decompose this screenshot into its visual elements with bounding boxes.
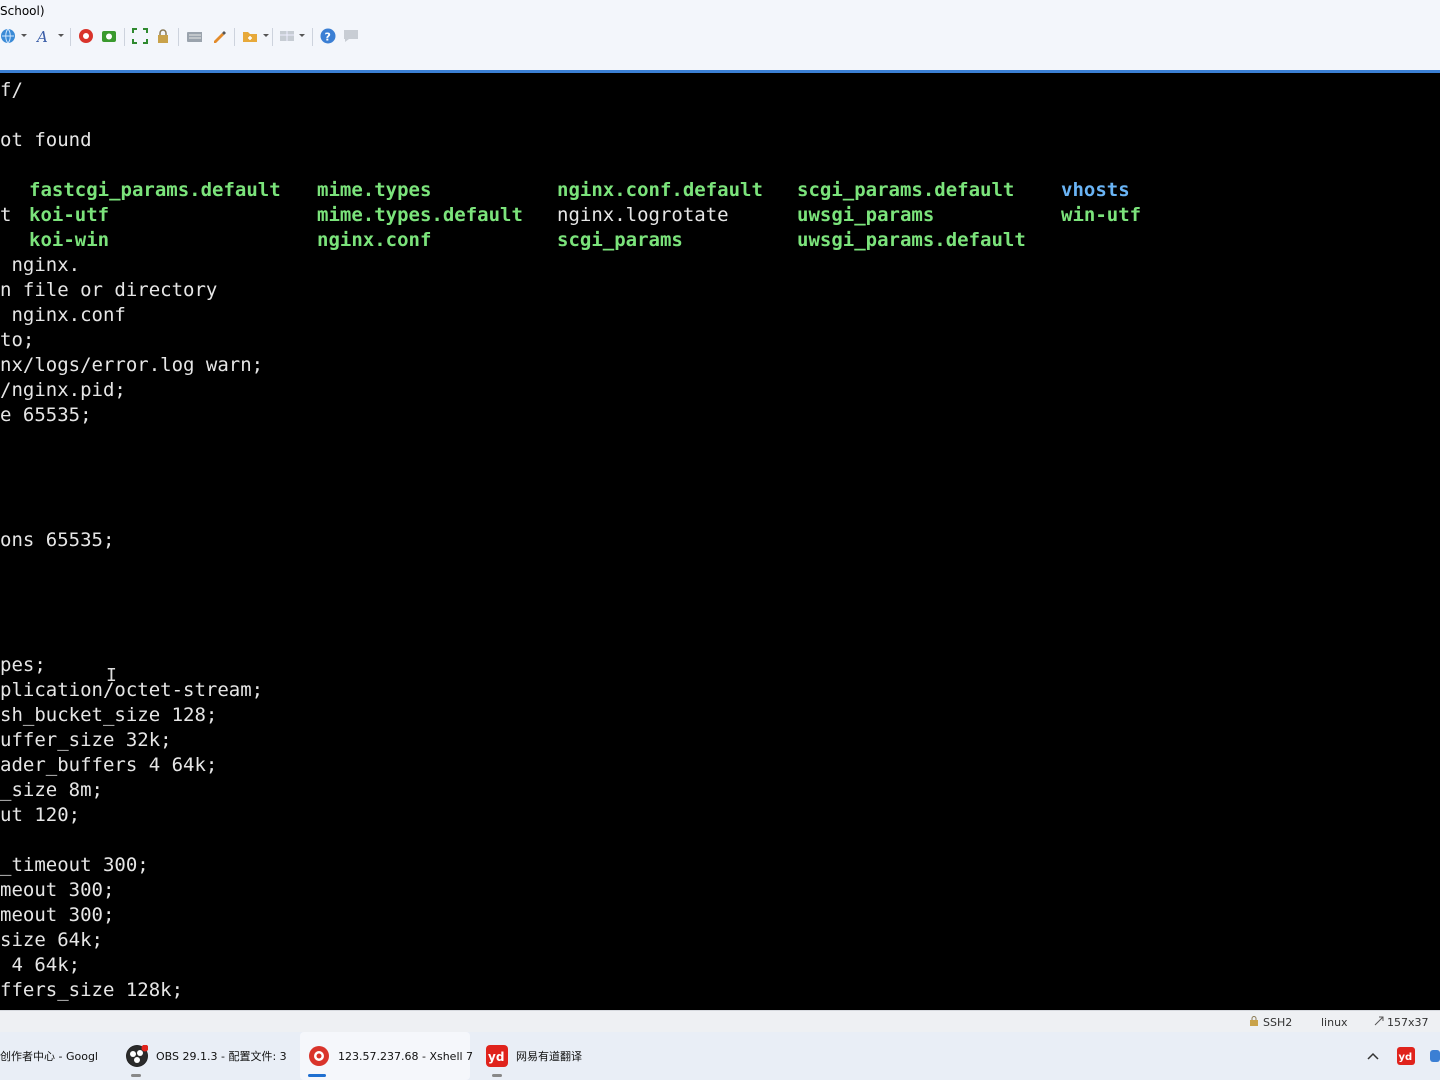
xshell-icon[interactable] (78, 28, 94, 44)
terminal-line: ut 120; (0, 804, 81, 826)
terminal-line: f/ (0, 79, 23, 101)
lock-status-icon (1250, 1016, 1258, 1029)
obs-icon (126, 1044, 149, 1067)
listing-file: koi-utf (29, 204, 110, 226)
taskbar-item-chrome[interactable]: 创作者中心 - Googl (0, 1032, 98, 1080)
tray-expand-icon[interactable] (1367, 1032, 1379, 1080)
terminal-line: ot found (0, 129, 92, 151)
text-cursor-icon: I (106, 665, 117, 686)
new-session-icon[interactable] (101, 28, 117, 44)
chat-icon[interactable] (343, 28, 359, 44)
window-title: School) (0, 4, 45, 18)
taskbar-item-obs[interactable]: OBS 29.1.3 - 配置文件: 3 (126, 1032, 287, 1080)
svg-text:?: ? (325, 31, 331, 44)
terminal-line: sh_bucket_size 128; (0, 704, 218, 726)
terminal-line: t (0, 204, 12, 226)
listing-file: mime.types.default (317, 204, 523, 226)
listing-file: mime.types (317, 179, 432, 201)
terminal-line: meout 300; (0, 879, 115, 901)
terminal-line: uffer_size 32k; (0, 729, 172, 751)
terminal-line: ader_buffers 4 64k; (0, 754, 218, 776)
listing-file: win-utf (1061, 204, 1142, 226)
listing-directory: vhosts (1061, 179, 1130, 201)
tray-youdao-icon[interactable]: yd (1397, 1032, 1415, 1080)
terminal-line: _timeout 300; (0, 854, 149, 876)
terminal-line: nginx.conf (0, 304, 126, 326)
terminal-line: n file or directory (0, 279, 218, 301)
lock-icon[interactable] (155, 28, 171, 44)
terminal-line: size 64k; (0, 929, 103, 951)
terminal-line: ons 65535; (0, 529, 115, 551)
svg-text:A: A (36, 28, 48, 44)
taskbar-item-label: 123.57.237.68 - Xshell 7 (338, 1049, 474, 1063)
terminal-line: pes; (0, 654, 46, 676)
terminal-line: meout 300; (0, 904, 115, 926)
listing-file: nginx.conf.default (557, 179, 763, 201)
listing-file: nginx.conf (317, 229, 432, 251)
protocol-status: SSH2 (1263, 1016, 1293, 1029)
xshell-app-icon (308, 1045, 330, 1067)
terminal-size-status: 157x37 (1387, 1016, 1429, 1029)
listing-file: scgi_params.default (797, 179, 1015, 201)
folder-icon[interactable] (242, 28, 258, 44)
taskbar-item-label: 网易有道翻译 (516, 1050, 582, 1063)
os-status: linux (1321, 1016, 1348, 1029)
resize-icon (1374, 1016, 1384, 1029)
listing-file: uwsgi_params (797, 204, 935, 226)
taskbar-item-label: OBS 29.1.3 - 配置文件: 3 (156, 1050, 287, 1063)
taskbar-item-label: 创作者中心 - Googl (0, 1050, 98, 1063)
terminal-line: nginx. (0, 254, 81, 276)
listing-file: nginx.logrotate (557, 204, 729, 226)
listing-file: fastcgi_params.default (29, 179, 281, 201)
svg-text:yd: yd (488, 1050, 504, 1064)
globe-icon[interactable] (0, 28, 16, 44)
keyboard-icon[interactable] (186, 28, 202, 44)
layout-icon[interactable] (279, 28, 295, 44)
taskbar: 创作者中心 - Googl OBS 29.1.3 - 配置文件: 3 123.5… (0, 1032, 1440, 1080)
terminal-line: e 65535; (0, 404, 92, 426)
window-titlebar: School) (0, 0, 1440, 22)
taskbar-item-xshell[interactable]: 123.57.237.68 - Xshell 7 (300, 1032, 474, 1080)
terminal-line: _size 8m; (0, 779, 103, 801)
svg-text:yd: yd (1399, 1052, 1413, 1063)
toolbar: A ? (0, 22, 1440, 70)
terminal-line: nx/logs/error.log warn; (0, 354, 264, 376)
fullscreen-icon[interactable] (132, 28, 148, 44)
help-icon[interactable]: ? (320, 28, 336, 44)
terminal-line: to; (0, 329, 35, 351)
status-bar: SSH2 linux 157x37 (0, 1010, 1440, 1033)
listing-file: scgi_params (557, 229, 683, 251)
terminal-line: ffers_size 128k; (0, 979, 184, 1001)
terminal-area[interactable]: f/ ot found t nginx. n file or directory… (0, 73, 1440, 1010)
terminal-line: /nginx.pid; (0, 379, 126, 401)
highlight-icon[interactable] (211, 28, 227, 44)
listing-file: uwsgi_params.default (797, 229, 1026, 251)
terminal-line: 4 64k; (0, 954, 81, 976)
listing-file: koi-win (29, 229, 110, 251)
tray-chat-icon[interactable] (1430, 1032, 1440, 1080)
terminal-line: plication/octet-stream; (0, 679, 264, 701)
font-icon[interactable]: A (36, 28, 52, 44)
taskbar-item-youdao[interactable]: yd 网易有道翻译 (486, 1032, 582, 1080)
youdao-icon: yd (486, 1045, 508, 1067)
